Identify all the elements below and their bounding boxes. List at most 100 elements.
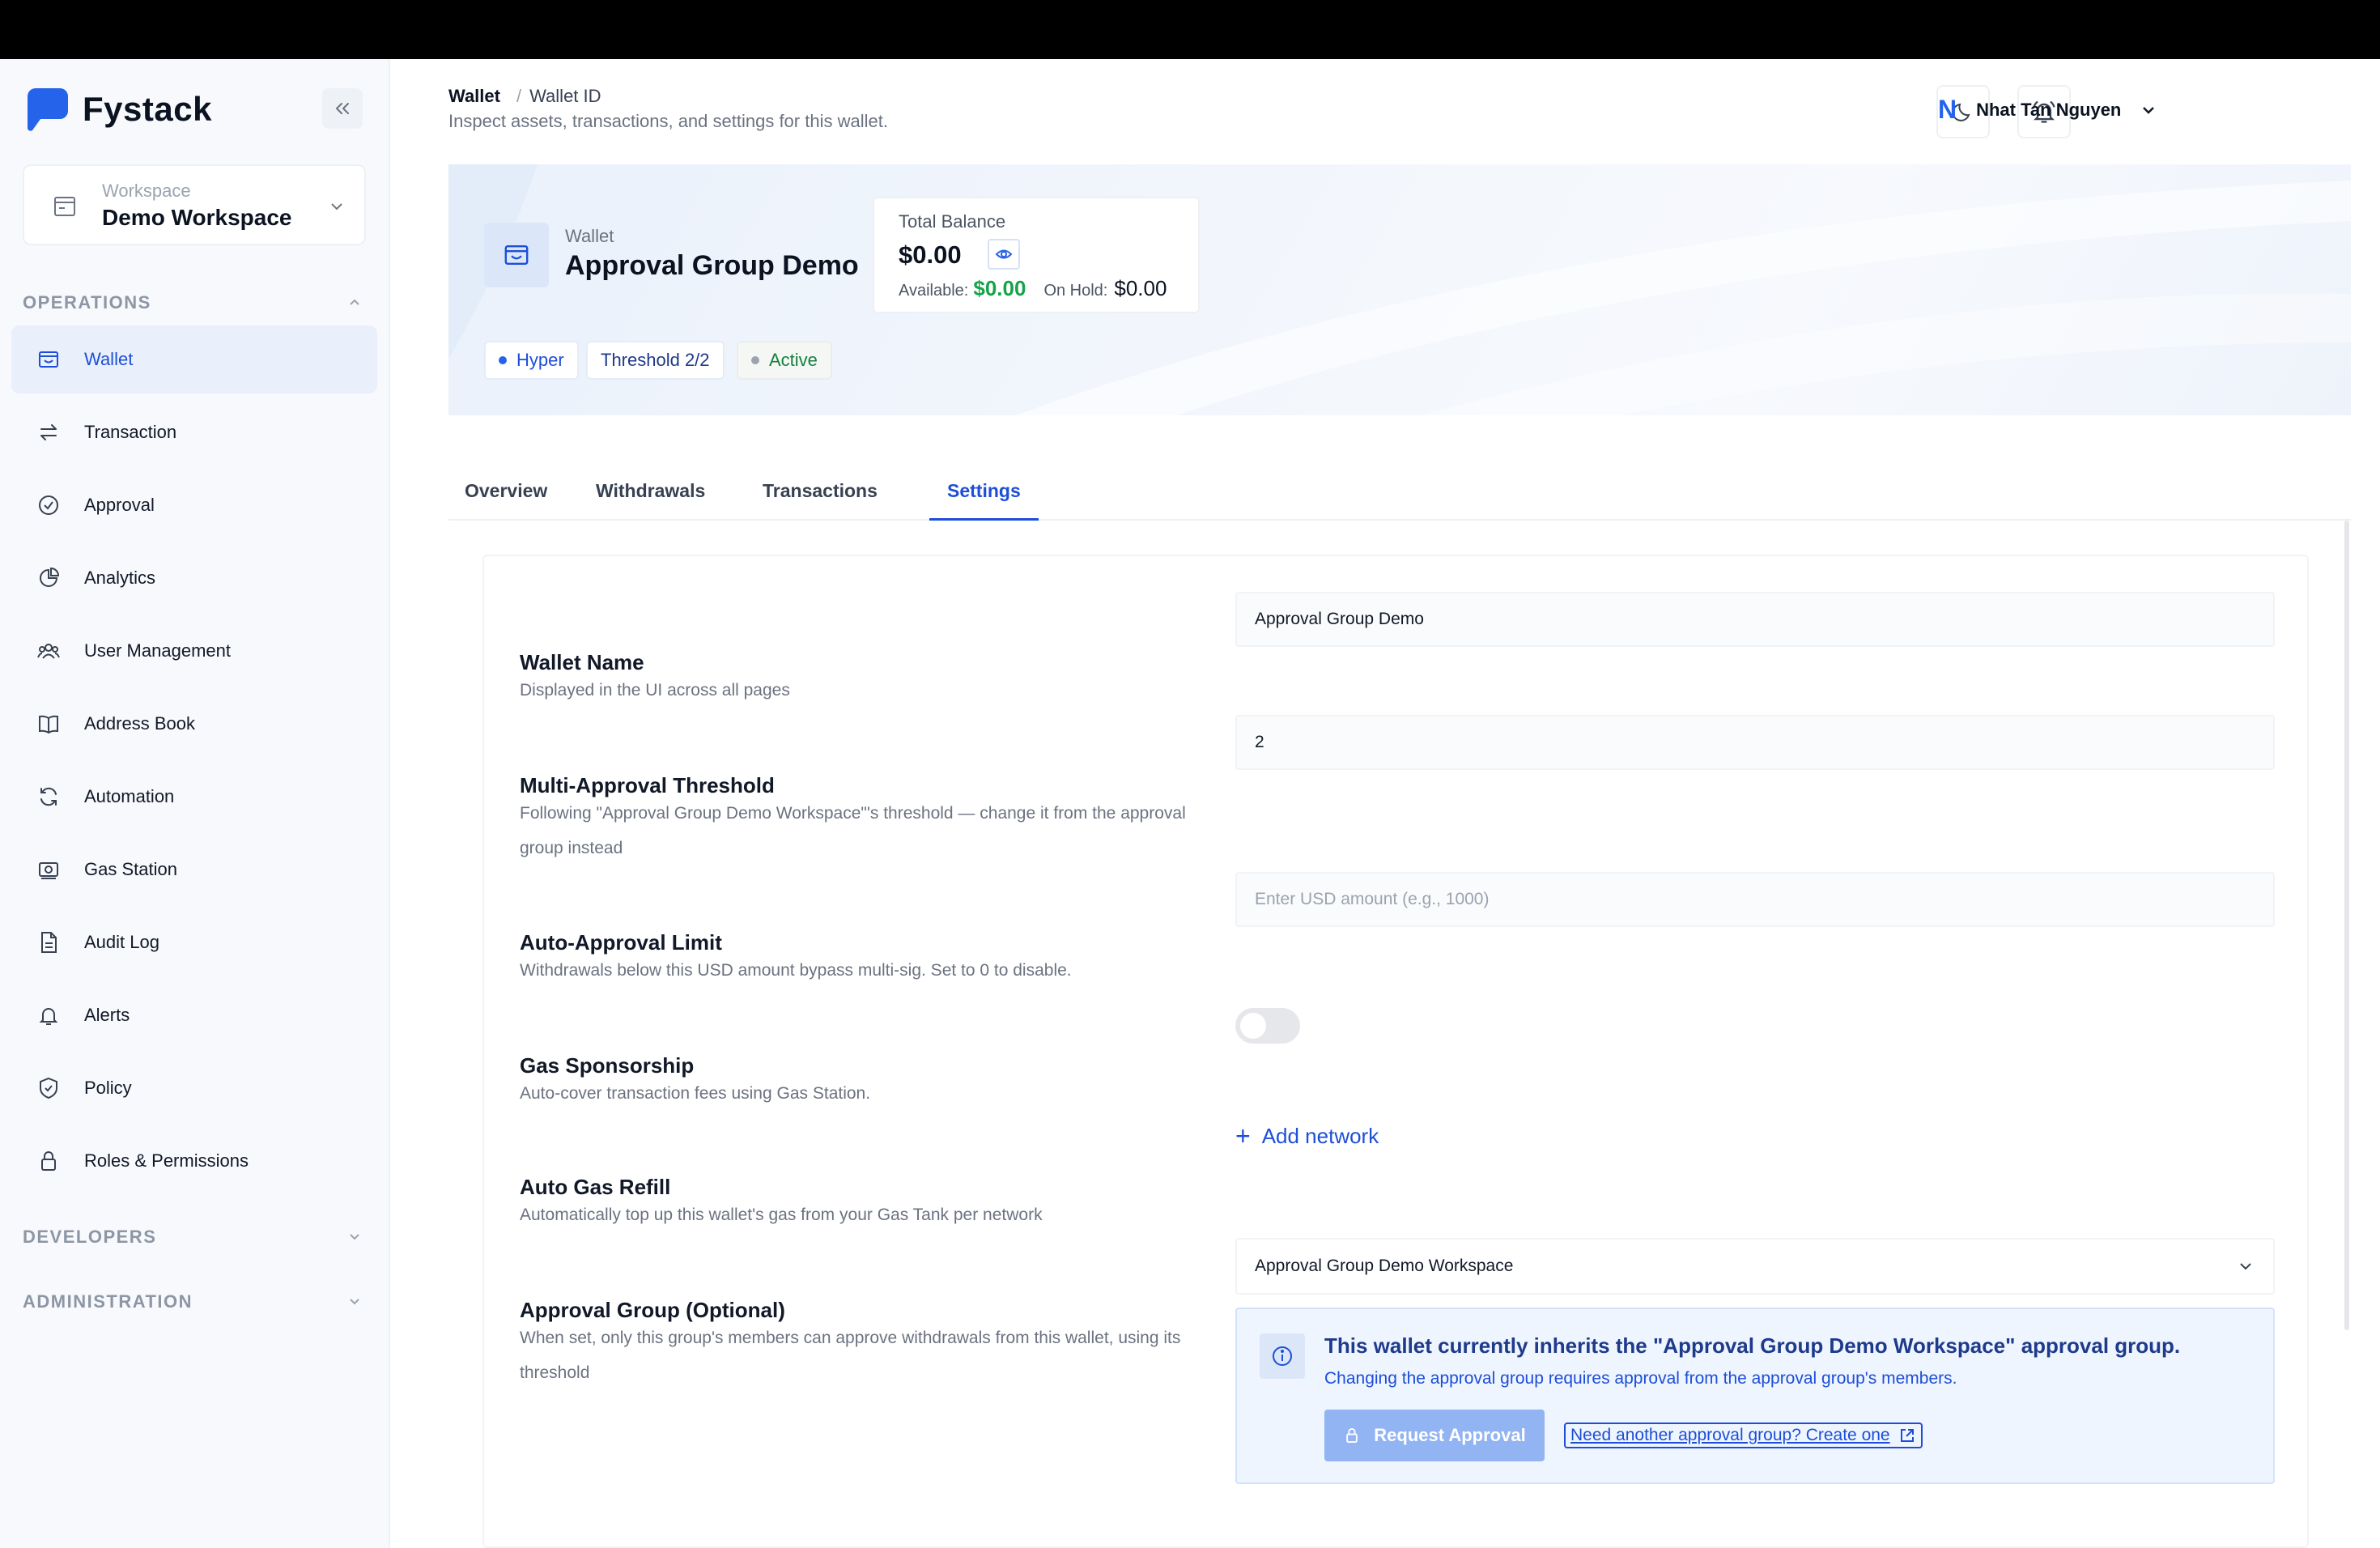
sidebar-item-label: Roles & Permissions: [84, 1150, 249, 1171]
request-approval-label: Request Approval: [1374, 1425, 1526, 1445]
tab-withdrawals[interactable]: Withdrawals: [596, 480, 705, 521]
threshold-title: Multi-Approval Threshold: [520, 773, 775, 797]
document-icon: [34, 928, 63, 957]
section-developers[interactable]: DEVELOPERS: [23, 1227, 156, 1248]
auto-approval-title: Auto-Approval Limit: [520, 930, 722, 955]
on-hold-label: On Hold:: [1043, 282, 1108, 300]
threshold-input[interactable]: 2: [1235, 715, 2275, 770]
workspace-name: Demo Workspace: [102, 205, 292, 230]
add-network-button[interactable]: + Add network: [1235, 1123, 1379, 1149]
settings-panel: Wallet Name Displayed in the UI across a…: [482, 555, 2309, 1548]
total-balance-label: Total Balance: [899, 211, 1006, 232]
sidebar-item-policy[interactable]: Policy: [11, 1054, 377, 1122]
sidebar-item-transaction[interactable]: Transaction: [11, 398, 377, 466]
section-administration[interactable]: ADMINISTRATION: [23, 1291, 193, 1312]
tab-settings[interactable]: Settings: [929, 480, 1039, 521]
sidebar-item-automation[interactable]: Automation: [11, 763, 377, 831]
wallet-name: Approval Group Demo: [565, 250, 859, 281]
status-dot: [499, 356, 507, 364]
lock-icon: [34, 1146, 63, 1176]
balance-card: Total Balance $0.00 Available: $0.00 On …: [873, 197, 1200, 313]
gas-sponsorship-toggle[interactable]: [1235, 1008, 1300, 1044]
approval-group-info-box: This wallet currently inherits the "Appr…: [1235, 1308, 2275, 1484]
auto-gas-refill-desc: Automatically top up this wallet's gas f…: [520, 1206, 1043, 1224]
workspace-icon: [54, 197, 75, 216]
sidebar-item-label: User Management: [84, 640, 231, 661]
info-icon: [1260, 1333, 1305, 1379]
workspace-selector[interactable]: Workspace Demo Workspace: [23, 164, 366, 245]
breadcrumb-wallet[interactable]: Wallet: [448, 86, 500, 106]
chevron-up-icon[interactable]: [346, 294, 363, 310]
refresh-icon: [34, 782, 63, 811]
tab-overview[interactable]: Overview: [465, 480, 547, 521]
gas-sponsorship-title: Gas Sponsorship: [520, 1053, 695, 1078]
check-circle-icon: [34, 491, 63, 520]
main-content: Wallet / Wallet ID Inspect assets, transac…: [392, 59, 2380, 1548]
create-approval-group-link[interactable]: Need another approval group? Create one: [1564, 1423, 1923, 1448]
toggle-knob: [1240, 1013, 1266, 1039]
sidebar-item-gas-station[interactable]: Gas Station: [11, 836, 377, 904]
sidebar-item-wallet[interactable]: Wallet: [11, 325, 377, 393]
total-balance-value: $0.00: [899, 240, 962, 269]
chevron-down-icon: [331, 203, 342, 211]
wallet-label: Wallet: [565, 226, 614, 246]
wallet-avatar: [484, 223, 549, 287]
double-chevron-left-icon: [336, 103, 349, 114]
bell-icon: [34, 1001, 63, 1030]
banner-decoration: [448, 164, 2351, 415]
badge-text: Hyper: [516, 350, 564, 370]
eye-icon: [995, 249, 1013, 259]
sidebar-item-audit-log[interactable]: Audit Log: [11, 908, 377, 976]
sidebar-item-address-book[interactable]: Address Book: [11, 690, 377, 758]
collapse-sidebar-button[interactable]: [322, 88, 363, 129]
wallet-name-input[interactable]: Approval Group Demo: [1235, 592, 2275, 647]
tab-transactions[interactable]: Transactions: [763, 480, 878, 521]
wallet-name-desc: Displayed in the UI across all pages: [520, 681, 790, 700]
toggle-balance-visibility-button[interactable]: [988, 239, 1020, 270]
user-name: Nhat Tan Nguyen: [1976, 99, 2122, 120]
create-link-label: Need another approval group? Create one: [1570, 1426, 1890, 1444]
sidebar-item-roles-permissions[interactable]: Roles & Permissions: [11, 1127, 377, 1195]
avatar: N: [1938, 95, 1957, 124]
plus-icon: +: [1235, 1121, 1251, 1150]
wallet-tabs: Overview Withdrawals Transactions Settin…: [448, 480, 2351, 521]
chevron-down-icon: [2240, 1263, 2251, 1270]
gas-icon: [34, 855, 63, 884]
sidebar-item-approval[interactable]: Approval: [11, 471, 377, 539]
sidebar-item-label: Gas Station: [84, 859, 177, 879]
approval-group-title: Approval Group (Optional): [520, 1298, 785, 1322]
approval-group-select[interactable]: Approval Group Demo Workspace: [1235, 1238, 2275, 1295]
lock-icon: [1346, 1428, 1358, 1443]
sidebar-item-alerts[interactable]: Alerts: [11, 981, 377, 1049]
scrollbar[interactable]: [2344, 521, 2349, 1330]
badge-text: Active: [769, 350, 818, 370]
sidebar-item-user-management[interactable]: User Management: [11, 617, 377, 685]
sidebar-item-label: Address Book: [84, 713, 195, 734]
app-name: Fystack: [83, 90, 212, 128]
workspace-label: Workspace: [102, 181, 191, 201]
section-operations[interactable]: OPERATIONS: [23, 292, 151, 313]
balance-breakdown: Available: $0.00 On Hold: $0.00: [899, 276, 1167, 301]
auto-approval-input[interactable]: Enter USD amount (e.g., 1000): [1235, 872, 2275, 927]
sidebar-item-analytics[interactable]: Analytics: [11, 544, 377, 612]
available-value: $0.00: [973, 276, 1026, 300]
wallet-header-banner: Wallet Approval Group Demo Total Balance…: [448, 164, 2351, 415]
wallet-name-title: Wallet Name: [520, 650, 644, 674]
breadcrumb-wallet-id: Wallet ID: [529, 86, 601, 106]
request-approval-button[interactable]: Request Approval: [1324, 1410, 1545, 1461]
sidebar-item-label: Approval: [84, 495, 155, 515]
info-title: This wallet currently inherits the "Appr…: [1324, 1333, 2181, 1358]
chevron-down-icon[interactable]: [346, 1228, 363, 1244]
arrows-icon: [34, 418, 63, 447]
users-icon: [34, 636, 63, 666]
user-menu[interactable]: N Nhat Tan Nguyen: [1938, 95, 2158, 125]
sidebar-item-label: Analytics: [84, 568, 156, 588]
sidebar-item-label: Transaction: [84, 422, 177, 442]
chevron-down-icon[interactable]: [346, 1293, 363, 1309]
breadcrumb-separator: /: [516, 86, 522, 106]
chevron-down-icon: [2143, 106, 2155, 114]
external-link-icon: [1900, 1429, 1914, 1442]
sidebar-item-label: Wallet: [84, 349, 134, 369]
wallet-type-badge: Hyper: [484, 341, 579, 380]
app-logo[interactable]: Fystack: [28, 87, 212, 132]
